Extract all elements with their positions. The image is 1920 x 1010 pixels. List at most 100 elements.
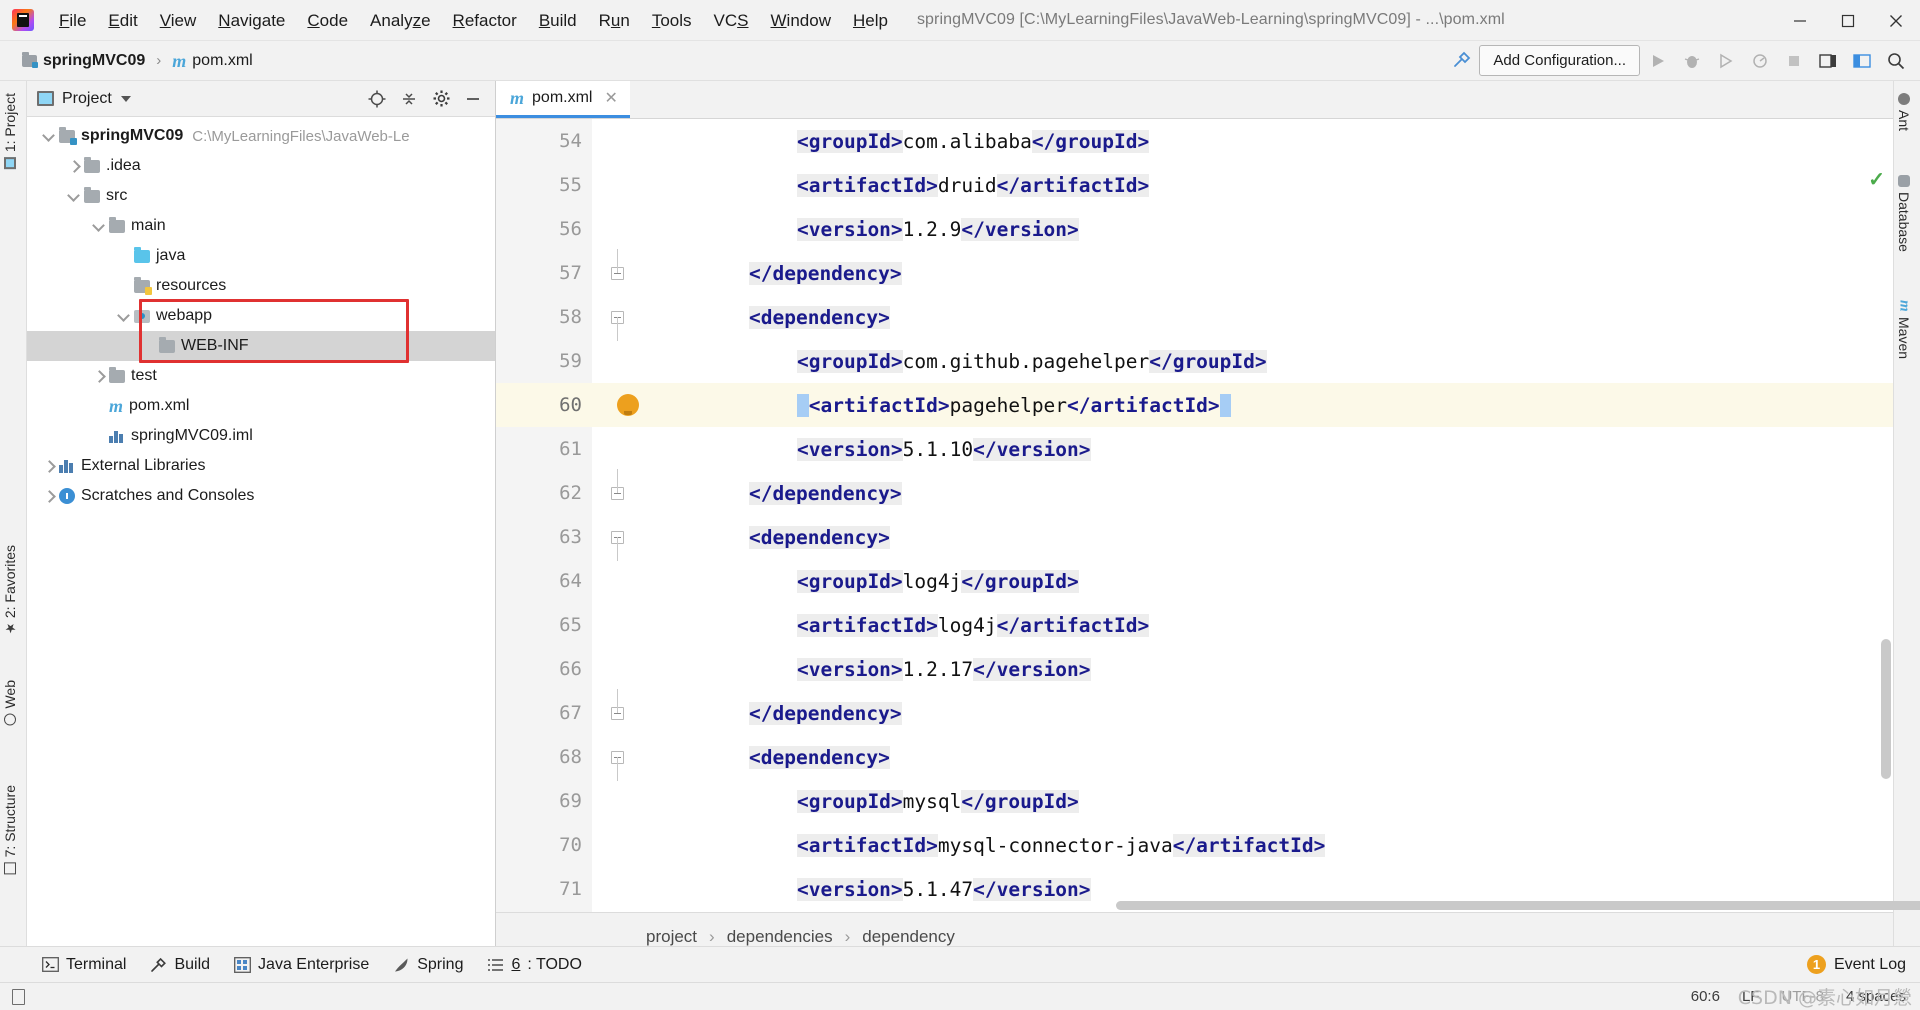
menu-item-view[interactable]: View [149, 0, 208, 41]
layout-icon[interactable] [1846, 46, 1878, 76]
chevron-down-icon[interactable] [41, 129, 56, 144]
code-line-62[interactable]: 62 </dependency> [496, 469, 1893, 515]
breadcrumb-item-project[interactable]: project [646, 927, 697, 947]
tree-item-external-libraries[interactable]: External Libraries [27, 451, 495, 481]
stop-icon[interactable] [1778, 46, 1810, 76]
run-icon[interactable] [1642, 46, 1674, 76]
close-button[interactable] [1872, 0, 1920, 41]
tree-item-java[interactable]: java [27, 241, 495, 271]
code-line-70[interactable]: 70 <artifactId>mysql-connector-java</arti… [496, 823, 1893, 867]
maximize-button[interactable] [1824, 0, 1872, 41]
tree-item-springmvc09[interactable]: springMVC09 C:\MyLearningFiles\JavaWeb-Le [27, 121, 495, 151]
sidebar-item-ant[interactable]: Ant [1896, 89, 1912, 135]
menu-item-build[interactable]: Build [528, 0, 588, 41]
code-line-57[interactable]: 57 </dependency> [496, 249, 1893, 295]
code-line-60[interactable]: 60 <artifactId>pagehelper</artifactId> [496, 383, 1893, 427]
code-line-69[interactable]: 69 <groupId>mysql</groupId> [496, 779, 1893, 823]
chevron-down-icon[interactable] [116, 309, 131, 324]
tool-window-java-enterprise[interactable]: Java Enterprise [222, 952, 381, 978]
tree-item--idea[interactable]: .idea [27, 151, 495, 181]
menu-item-code[interactable]: Code [296, 0, 359, 41]
chevron-right-icon[interactable] [66, 159, 81, 174]
tool-window-build[interactable]: Build [138, 952, 222, 978]
tree-item-springmvc09-iml[interactable]: springMVC09.iml [27, 421, 495, 451]
tab-pom-xml[interactable]: m pom.xml ✕ [496, 81, 630, 118]
tree-item-scratches-and-consoles[interactable]: Scratches and Consoles [27, 481, 495, 511]
code-line-63[interactable]: 63 <dependency> [496, 515, 1893, 561]
tree-item-web-inf[interactable]: WEB-INF [27, 331, 495, 361]
minimize-button[interactable] [1776, 0, 1824, 41]
code-line-66[interactable]: 66 <version>1.2.17</version> [496, 647, 1893, 691]
project-tree[interactable]: springMVC09 C:\MyLearningFiles\JavaWeb-Le… [27, 117, 495, 511]
menu-item-vcs[interactable]: VCS [703, 0, 760, 41]
debug-icon[interactable] [1676, 46, 1708, 76]
menu-item-edit[interactable]: Edit [97, 0, 148, 41]
code-line-59[interactable]: 59 <groupId>com.github.pagehelper</groupI… [496, 339, 1893, 383]
chevron-right-icon[interactable] [41, 489, 56, 504]
breadcrumb-project[interactable]: springMVC09 [18, 50, 149, 72]
fold-marker-start[interactable] [606, 295, 628, 341]
profiler-icon[interactable] [1744, 46, 1776, 76]
editor-vertical-scrollbar[interactable] [1881, 639, 1891, 779]
line-separator[interactable]: LF [1742, 988, 1760, 1005]
sidebar-item-database[interactable]: Database [1896, 171, 1912, 256]
fold-marker-end[interactable] [606, 689, 628, 735]
menu-item-analyze[interactable]: Analyze [359, 0, 442, 41]
menu-item-tools[interactable]: Tools [641, 0, 703, 41]
collapse-all-icon[interactable] [395, 85, 423, 113]
code-line-55[interactable]: 55 <artifactId>druid</artifactId> [496, 163, 1893, 207]
event-log-label[interactable]: Event Log [1834, 956, 1906, 974]
menu-item-window[interactable]: Window [760, 0, 842, 41]
close-icon[interactable]: ✕ [604, 88, 617, 108]
tree-item-test[interactable]: test [27, 361, 495, 391]
chevron-down-icon[interactable] [91, 219, 106, 234]
code-line-64[interactable]: 64 <groupId>log4j</groupId> [496, 559, 1893, 603]
code-line-68[interactable]: 68 <dependency> [496, 735, 1893, 781]
tree-item-main[interactable]: main [27, 211, 495, 241]
fold-marker-end[interactable] [606, 249, 628, 295]
hammer-icon[interactable] [1445, 46, 1477, 76]
file-encoding[interactable]: UTF-8 [1781, 988, 1824, 1005]
sidebar-item-project[interactable]: 1: Project [2, 89, 18, 173]
menu-item-refactor[interactable]: Refactor [442, 0, 528, 41]
code-line-54[interactable]: 54 <groupId>com.alibaba</groupId> [496, 119, 1893, 163]
menu-item-run[interactable]: Run [588, 0, 641, 41]
sidebar-item-maven[interactable]: m Maven [1896, 296, 1913, 363]
code-line-67[interactable]: 67 </dependency> [496, 689, 1893, 735]
code-line-65[interactable]: 65 <artifactId>log4j</artifactId> [496, 603, 1893, 647]
tree-item-pom-xml[interactable]: m pom.xml [27, 391, 495, 421]
run-coverage-icon[interactable] [1710, 46, 1742, 76]
editor-horizontal-scrollbar[interactable] [1116, 901, 1920, 910]
chevron-right-icon[interactable] [41, 459, 56, 474]
chevron-down-icon[interactable] [120, 95, 131, 102]
tree-item-resources[interactable]: resources [27, 271, 495, 301]
menu-item-navigate[interactable]: Navigate [207, 0, 296, 41]
menu-item-file[interactable]: File [48, 0, 97, 41]
sidebar-item-favorites[interactable]: ★ 2: Favorites [2, 541, 18, 639]
breadcrumb-item-dependency[interactable]: dependency [862, 927, 955, 947]
fold-marker-start[interactable] [606, 735, 628, 781]
indent-setting[interactable]: 4 spaces [1846, 988, 1906, 1005]
sidebar-item-structure[interactable]: 7: Structure [2, 781, 18, 878]
tree-item-src[interactable]: src [27, 181, 495, 211]
caret-position[interactable]: 60:6 [1691, 988, 1720, 1005]
document-icon[interactable] [12, 988, 25, 1005]
sidebar-item-web[interactable]: Web [2, 676, 18, 730]
intention-bulb-icon[interactable] [617, 394, 639, 416]
code-line-56[interactable]: 56 <version>1.2.9</version> [496, 207, 1893, 251]
fold-marker-end[interactable] [606, 469, 628, 515]
menu-item-help[interactable]: Help [842, 0, 899, 41]
breadcrumb-item-dependencies[interactable]: dependencies [727, 927, 833, 947]
tool-window-terminal[interactable]: Terminal [30, 952, 138, 978]
hide-panel-icon[interactable] [459, 85, 487, 113]
add-configuration-button[interactable]: Add Configuration... [1479, 45, 1640, 76]
code-line-61[interactable]: 61 <version>5.1.10</version> [496, 427, 1893, 471]
tool-window-spring[interactable]: Spring [381, 952, 475, 978]
breadcrumb-file[interactable]: m pom.xml [168, 50, 256, 72]
fold-marker-start[interactable] [606, 515, 628, 561]
locate-icon[interactable] [363, 85, 391, 113]
code-line-58[interactable]: 58 <dependency> [496, 295, 1893, 341]
code-editor[interactable]: 54 <groupId>com.alibaba</groupId> 55 <artif… [496, 119, 1893, 912]
chevron-right-icon[interactable] [91, 369, 106, 384]
inspection-status-icon[interactable]: ✓ [1868, 167, 1885, 192]
